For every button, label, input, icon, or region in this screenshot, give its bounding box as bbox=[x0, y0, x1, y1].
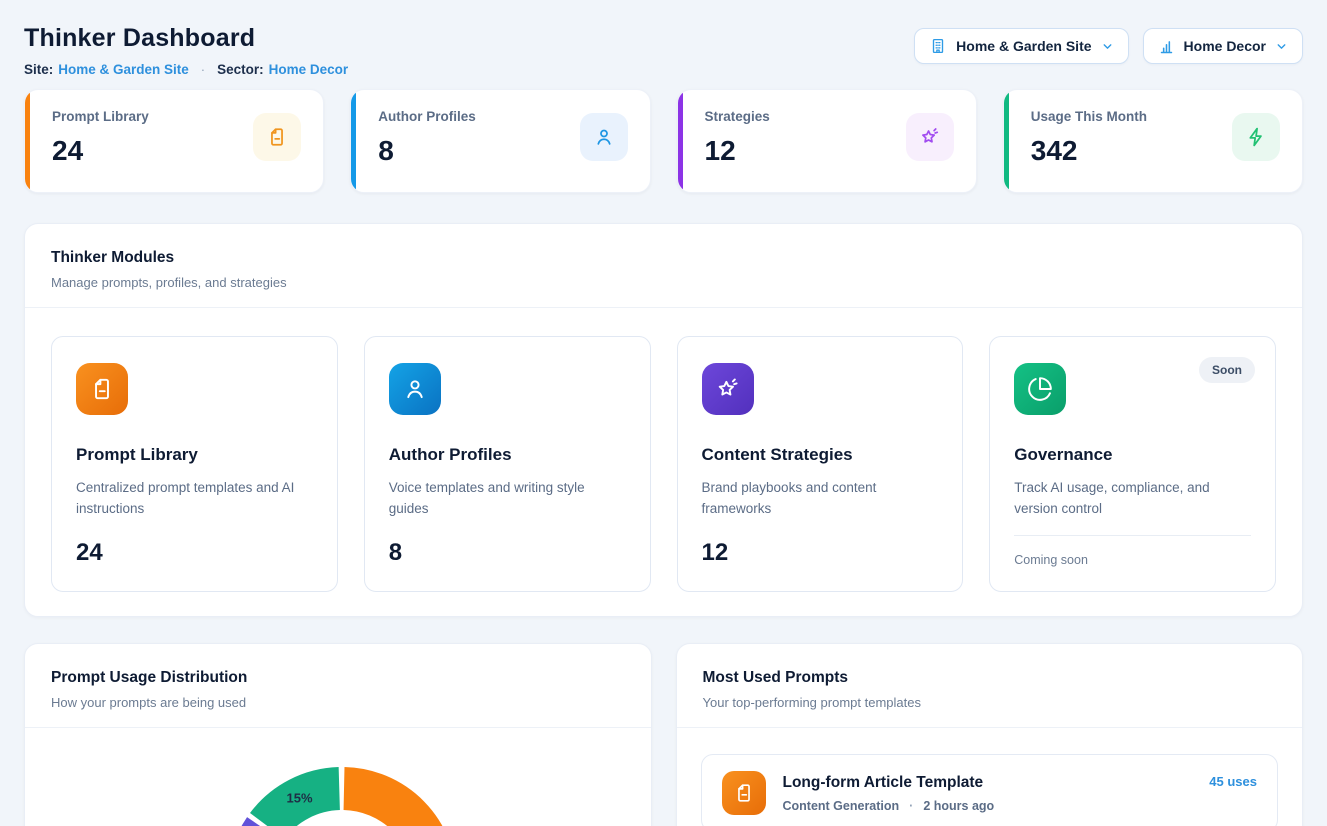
bar-chart-icon bbox=[1158, 38, 1175, 55]
module-title: Governance bbox=[1014, 445, 1251, 465]
module-footer: Coming soon bbox=[1014, 535, 1251, 567]
page-title: Thinker Dashboard bbox=[24, 24, 348, 53]
prompt-item-meta: Content Generation · 2 hours ago bbox=[783, 799, 1193, 813]
stat-label: Strategies bbox=[705, 109, 770, 124]
prompt-list-item[interactable]: Long-form Article Template Content Gener… bbox=[701, 754, 1279, 826]
prompts-list: Long-form Article Template Content Gener… bbox=[677, 728, 1303, 826]
sparkle-star-icon bbox=[702, 363, 754, 415]
separator-dot: · bbox=[909, 799, 913, 813]
document-icon bbox=[253, 113, 301, 161]
stat-card-strategies: Strategies 12 bbox=[677, 89, 977, 193]
stat-card-usage: Usage This Month 342 bbox=[1003, 89, 1303, 193]
lightning-icon bbox=[1232, 113, 1280, 161]
module-count: 8 bbox=[389, 539, 626, 567]
header-titles: Thinker Dashboard Site: Home & Garden Si… bbox=[24, 20, 348, 77]
module-title: Content Strategies bbox=[702, 445, 939, 465]
bottom-row: Prompt Usage Distribution How your promp… bbox=[24, 643, 1303, 826]
dashboard-page: Thinker Dashboard Site: Home & Garden Si… bbox=[0, 0, 1327, 826]
separator-dot: · bbox=[201, 62, 205, 77]
prompt-item-category: Content Generation bbox=[783, 799, 900, 813]
stat-accent-stripe bbox=[1004, 90, 1009, 192]
chevron-down-icon bbox=[1275, 40, 1288, 53]
sparkle-star-icon bbox=[906, 113, 954, 161]
module-description: Centralized prompt templates and AI inst… bbox=[76, 478, 313, 520]
stat-text: Usage This Month 342 bbox=[1031, 109, 1147, 192]
stat-accent-stripe bbox=[351, 90, 356, 192]
chevron-down-icon bbox=[1101, 40, 1114, 53]
site-selector-button[interactable]: Home & Garden Site bbox=[914, 28, 1128, 64]
soon-badge: Soon bbox=[1199, 357, 1255, 383]
usage-distribution-card: Prompt Usage Distribution How your promp… bbox=[24, 643, 652, 826]
module-card-prompt-library[interactable]: Prompt Library Centralized prompt templa… bbox=[51, 336, 338, 592]
document-icon bbox=[722, 771, 766, 815]
modules-subtitle: Manage prompts, profiles, and strategies bbox=[51, 275, 1276, 290]
prompt-item-uses: 45 uses bbox=[1209, 774, 1257, 789]
prompts-card-subtitle: Your top-performing prompt templates bbox=[703, 695, 1277, 710]
stat-accent-stripe bbox=[25, 90, 30, 192]
stat-value: 12 bbox=[705, 135, 770, 167]
prompt-item-time: 2 hours ago bbox=[923, 799, 994, 813]
module-description: Track AI usage, compliance, and version … bbox=[1014, 478, 1251, 520]
module-card-author-profiles[interactable]: Author Profiles Voice templates and writ… bbox=[364, 336, 651, 592]
divider bbox=[1014, 535, 1251, 536]
site-selector-label: Home & Garden Site bbox=[956, 38, 1091, 54]
stat-value: 24 bbox=[52, 135, 149, 167]
stat-label: Usage This Month bbox=[1031, 109, 1147, 124]
stat-label: Author Profiles bbox=[378, 109, 476, 124]
stat-card-author-profiles: Author Profiles 8 bbox=[350, 89, 650, 193]
prompt-item-body: Long-form Article Template Content Gener… bbox=[783, 774, 1193, 813]
header-controls: Home & Garden Site Home Decor bbox=[914, 28, 1303, 64]
module-description: Voice templates and writing style guides bbox=[389, 478, 626, 520]
module-count: 24 bbox=[76, 539, 313, 567]
stat-value: 342 bbox=[1031, 135, 1147, 167]
sector-link[interactable]: Home Decor bbox=[269, 62, 349, 77]
stat-text: Author Profiles 8 bbox=[378, 109, 476, 192]
module-title: Author Profiles bbox=[389, 445, 626, 465]
modules-header: Thinker Modules Manage prompts, profiles… bbox=[25, 224, 1302, 307]
prompt-item-title: Long-form Article Template bbox=[783, 774, 1193, 792]
site-link[interactable]: Home & Garden Site bbox=[58, 62, 189, 77]
site-label: Site: bbox=[24, 62, 53, 77]
person-icon bbox=[389, 363, 441, 415]
usage-card-header: Prompt Usage Distribution How your promp… bbox=[25, 644, 651, 727]
most-used-prompts-card: Most Used Prompts Your top-performing pr… bbox=[676, 643, 1304, 826]
module-description: Brand playbooks and content frameworks bbox=[702, 478, 939, 520]
person-icon bbox=[580, 113, 628, 161]
module-card-content-strategies[interactable]: Content Strategies Brand playbooks and c… bbox=[677, 336, 964, 592]
donut-segment-label: 15% bbox=[287, 791, 313, 806]
stat-text: Strategies 12 bbox=[705, 109, 770, 192]
stat-value: 8 bbox=[378, 135, 476, 167]
pie-chart-icon bbox=[1014, 363, 1066, 415]
module-card-governance[interactable]: Soon Governance Track AI usage, complian… bbox=[989, 336, 1276, 592]
stat-accent-stripe bbox=[678, 90, 683, 192]
sector-selector-button[interactable]: Home Decor bbox=[1143, 28, 1303, 64]
coming-soon-text: Coming soon bbox=[1014, 553, 1251, 567]
stat-text: Prompt Library 24 bbox=[52, 109, 149, 192]
module-title: Prompt Library bbox=[76, 445, 313, 465]
breadcrumb: Site: Home & Garden Site · Sector: Home … bbox=[24, 62, 348, 77]
building-icon bbox=[929, 37, 947, 55]
modules-title: Thinker Modules bbox=[51, 249, 1276, 267]
usage-donut-svg: 15% bbox=[25, 728, 652, 826]
sector-label: Sector: bbox=[217, 62, 264, 77]
modules-panel: Thinker Modules Manage prompts, profiles… bbox=[24, 223, 1303, 617]
sector-selector-label: Home Decor bbox=[1184, 38, 1266, 54]
usage-chart-area: 15% bbox=[25, 728, 651, 826]
modules-grid: Prompt Library Centralized prompt templa… bbox=[25, 308, 1302, 616]
stat-label: Prompt Library bbox=[52, 109, 149, 124]
prompts-card-header: Most Used Prompts Your top-performing pr… bbox=[677, 644, 1303, 727]
document-icon bbox=[76, 363, 128, 415]
page-header: Thinker Dashboard Site: Home & Garden Si… bbox=[24, 20, 1303, 77]
stats-row: Prompt Library 24 Author Profiles 8 bbox=[24, 89, 1303, 193]
prompts-card-title: Most Used Prompts bbox=[703, 669, 1277, 687]
stat-card-prompt-library: Prompt Library 24 bbox=[24, 89, 324, 193]
usage-card-subtitle: How your prompts are being used bbox=[51, 695, 625, 710]
module-count: 12 bbox=[702, 539, 939, 567]
usage-card-title: Prompt Usage Distribution bbox=[51, 669, 625, 687]
